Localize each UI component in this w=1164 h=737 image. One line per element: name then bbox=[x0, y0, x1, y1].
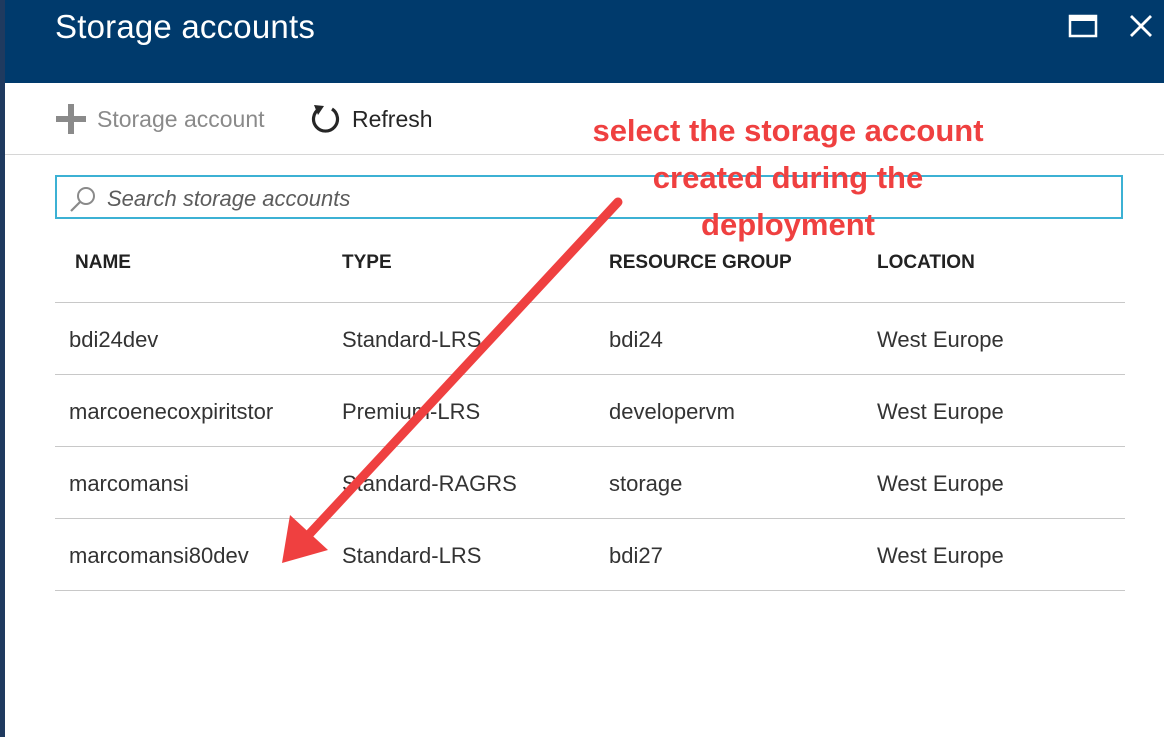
table-row[interactable]: marcoenecoxpiritstor Premium-LRS develop… bbox=[55, 375, 1125, 447]
cell-type: Standard-RAGRS bbox=[342, 471, 517, 496]
cell-type: Premium-LRS bbox=[342, 399, 481, 424]
blade-header: Storage accounts bbox=[5, 0, 1164, 83]
search-icon bbox=[70, 187, 95, 212]
cell-name: marcomansi80dev bbox=[69, 543, 249, 568]
annotation-text: select the storage account created durin… bbox=[548, 107, 1028, 248]
refresh-button[interactable]: Refresh bbox=[308, 99, 433, 139]
close-button[interactable] bbox=[1125, 10, 1157, 42]
cell-resource-group: developervm bbox=[609, 399, 735, 424]
refresh-icon bbox=[311, 105, 340, 133]
maximize-icon bbox=[1068, 14, 1098, 38]
cell-name: marcomansi bbox=[69, 471, 189, 496]
cell-resource-group: bdi24 bbox=[609, 327, 663, 352]
table-row[interactable]: marcomansi80dev Standard-LRS bdi27 West … bbox=[55, 519, 1125, 591]
storage-accounts-table: NAME TYPE RESOURCE GROUP LOCATION bdi24d… bbox=[55, 232, 1125, 591]
plus-icon bbox=[56, 104, 86, 134]
column-header-location[interactable]: LOCATION bbox=[877, 252, 975, 274]
maximize-button[interactable] bbox=[1067, 10, 1099, 42]
refresh-label: Refresh bbox=[352, 105, 433, 132]
cell-location: West Europe bbox=[877, 399, 1004, 424]
page-title: Storage accounts bbox=[55, 8, 316, 45]
cell-resource-group: storage bbox=[609, 471, 683, 496]
cell-location: West Europe bbox=[877, 327, 1004, 352]
cell-location: West Europe bbox=[877, 543, 1004, 568]
column-header-type[interactable]: TYPE bbox=[342, 252, 392, 274]
table-row[interactable]: marcomansi Standard-RAGRS storage West E… bbox=[55, 447, 1125, 519]
annotation-line: select the storage account bbox=[592, 113, 984, 148]
close-icon bbox=[1130, 15, 1152, 37]
cell-name: marcoenecoxpiritstor bbox=[69, 399, 274, 424]
cell-type: Standard-LRS bbox=[342, 327, 482, 352]
cell-location: West Europe bbox=[877, 471, 1004, 496]
cell-name: bdi24dev bbox=[69, 327, 159, 352]
add-storage-account-label: Storage account bbox=[97, 105, 265, 132]
annotation-line: deployment bbox=[701, 207, 875, 242]
add-storage-account-button[interactable]: Storage account bbox=[55, 99, 265, 139]
cell-type: Standard-LRS bbox=[342, 543, 482, 568]
column-header-resource-group[interactable]: RESOURCE GROUP bbox=[609, 252, 792, 274]
cell-resource-group: bdi27 bbox=[609, 543, 663, 568]
table-row[interactable]: bdi24dev Standard-LRS bdi24 West Europe bbox=[55, 303, 1125, 375]
annotation-line: created during the bbox=[652, 160, 924, 195]
column-header-name[interactable]: NAME bbox=[75, 252, 131, 274]
